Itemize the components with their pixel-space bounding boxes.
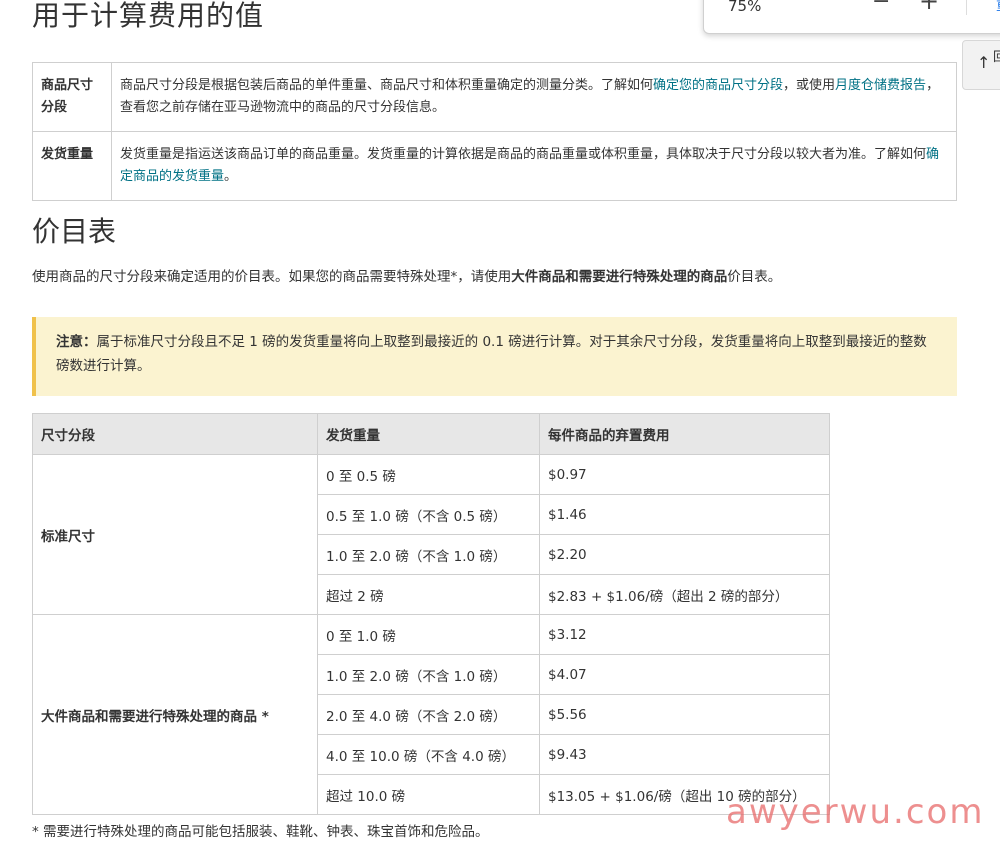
weight-cell: 1.0 至 2.0 磅（不含 1.0 磅）: [317, 654, 540, 695]
back-to-top-button[interactable]: ↑ 回: [962, 40, 1000, 90]
weight-cell: 超过 2 磅: [317, 574, 540, 615]
table-row: 商品尺寸分段 商品尺寸分段是根据包装后商品的单件重量、商品尺寸和体积重量确定的测…: [32, 62, 957, 132]
weight-cell: 0 至 1.0 磅: [317, 614, 540, 655]
weight-cell: 1.0 至 2.0 磅（不含 1.0 磅）: [317, 534, 540, 575]
zoom-reset-button[interactable]: 重: [996, 0, 1000, 15]
table-row: 标准尺寸 0 至 0.5 磅 $0.97: [32, 454, 830, 615]
zoom-in-button[interactable]: +: [919, 0, 939, 15]
fee-table: 尺寸分段 发货重量 每件商品的弃置费用 标准尺寸 0 至 0.5 磅 $0.97…: [32, 413, 830, 815]
desc-shipping-weight: 发货重量是指运送该商品订单的商品重量。发货重量的计算依据是商品的商品重量或体积重…: [111, 131, 957, 201]
fee-cell: $9.43: [539, 734, 830, 775]
desc-size-tier: 商品尺寸分段是根据包装后商品的单件重量、商品尺寸和体积重量确定的测量分类。了解如…: [111, 62, 957, 132]
weight-cell: 0.5 至 1.0 磅（不含 0.5 磅）: [317, 494, 540, 535]
fee-cell: $2.20: [539, 534, 830, 575]
note-label: 注意：: [56, 334, 97, 350]
arrow-up-icon: ↑: [977, 53, 991, 72]
term-shipping-weight: 发货重量: [32, 131, 112, 201]
term-size-tier: 商品尺寸分段: [32, 62, 112, 132]
fee-cell: $1.46: [539, 494, 830, 535]
desc-text: 发货重量是指运送该商品订单的商品重量。发货重量的计算依据是商品的商品重量或体积重…: [120, 147, 927, 162]
zoom-divider: [966, 0, 967, 15]
back-to-top-label: 回: [993, 50, 1000, 65]
intro-bold: 大件商品和需要进行特殊处理的商品: [511, 269, 728, 285]
note-text: 属于标准尺寸分段且不足 1 磅的发货重量将向上取整到最接近的 0.1 磅进行计算…: [56, 334, 927, 374]
header-size-tier: 尺寸分段: [32, 413, 318, 455]
weight-cell: 超过 10.0 磅: [317, 774, 540, 815]
weight-cell: 4.0 至 10.0 磅（不含 4.0 磅）: [317, 734, 540, 775]
footnote: * 需要进行特殊处理的商品可能包括服装、鞋靴、钟表、珠宝首饰和危险品。: [32, 824, 489, 840]
table-header-row: 尺寸分段 发货重量 每件商品的弃置费用: [32, 413, 830, 455]
fee-cell: $5.56: [539, 694, 830, 735]
zoom-level: 75%: [728, 0, 762, 15]
header-shipping-weight: 发货重量: [317, 413, 540, 455]
intro-text: 使用商品的尺寸分段来确定适用的价目表。如果您的商品需要特殊处理*，请使用大件商品…: [32, 266, 972, 288]
weight-cell: 2.0 至 4.0 磅（不含 2.0 磅）: [317, 694, 540, 735]
zoom-out-button[interactable]: −: [872, 0, 890, 14]
table-row: 发货重量 发货重量是指运送该商品订单的商品重量。发货重量的计算依据是商品的商品重…: [32, 131, 957, 201]
desc-text: 商品尺寸分段是根据包装后商品的单件重量、商品尺寸和体积重量确定的测量分类。了解如…: [120, 78, 654, 93]
intro-before: 使用商品的尺寸分段来确定适用的价目表。如果您的商品需要特殊处理*，请使用: [32, 269, 512, 285]
weight-cell: 0 至 0.5 磅: [317, 454, 540, 495]
desc-text: ，或使用: [783, 78, 836, 93]
fee-cell: $2.83 + $1.06/磅（超出 2 磅的部分）: [539, 574, 830, 615]
tier-oversize-special: 大件商品和需要进行特殊处理的商品 *: [32, 614, 318, 815]
zoom-popup: 75% − + 重: [703, 0, 1000, 34]
price-list-heading: 价目表: [32, 215, 117, 248]
page: 用于计算费用的值 75% − + 重 ↑ 回 商品尺寸分段 商品尺寸分段是根据包…: [0, 0, 1000, 844]
table-row: 大件商品和需要进行特殊处理的商品 * 0 至 1.0 磅 $3.12: [32, 614, 830, 815]
intro-after: 价目表。: [727, 269, 782, 285]
watermark: awyerwu.com: [726, 792, 985, 832]
definitions-table: 商品尺寸分段 商品尺寸分段是根据包装后商品的单件重量、商品尺寸和体积重量确定的测…: [32, 62, 957, 201]
link-determine-size-tier[interactable]: 确定您的商品尺寸分段: [653, 78, 783, 93]
tier-standard: 标准尺寸: [32, 454, 318, 615]
link-monthly-storage-report[interactable]: 月度仓储费报告: [835, 78, 926, 93]
header-disposal-fee: 每件商品的弃置费用: [539, 413, 830, 455]
fee-cell: $4.07: [539, 654, 830, 695]
fee-cell: $3.12: [539, 614, 830, 655]
note-box: 注意：属于标准尺寸分段且不足 1 磅的发货重量将向上取整到最接近的 0.1 磅进…: [32, 317, 957, 396]
desc-text: 。: [224, 169, 238, 184]
fee-cell: $0.97: [539, 454, 830, 495]
section-heading-fee-values: 用于计算费用的值: [32, 0, 265, 32]
